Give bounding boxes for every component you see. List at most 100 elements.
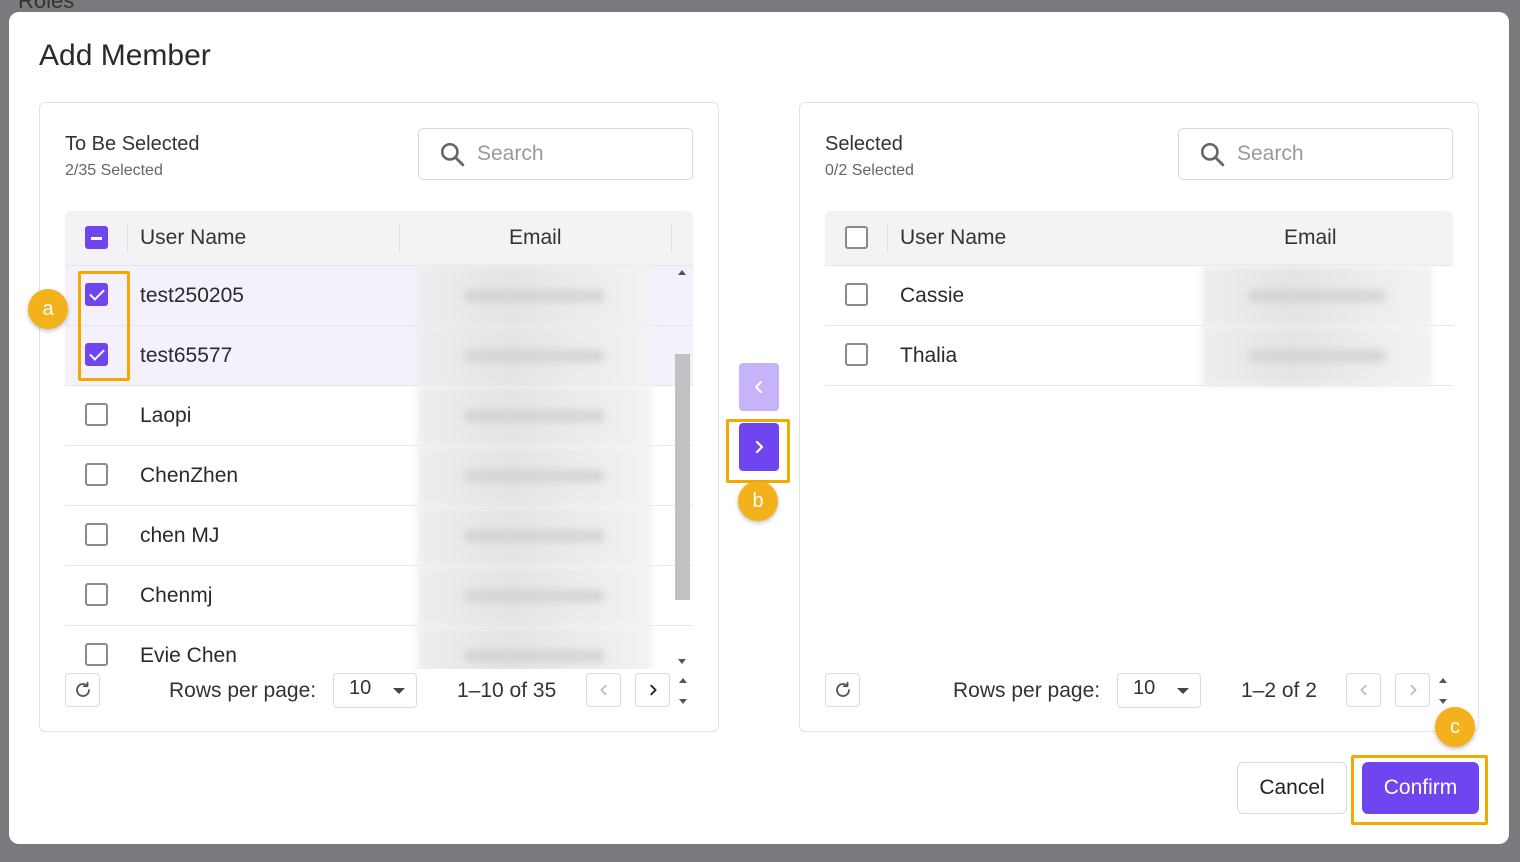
table-scrollbar[interactable] [673,266,693,670]
column-divider [399,223,400,253]
user-name-cell: ChenZhen [140,464,239,487]
user-name-cell: Laopi [140,404,192,427]
pagination-range: 1–10 of 35 [457,679,557,702]
email-cell-redacted [1202,266,1432,326]
annotation-marker-c: c [1435,707,1475,747]
user-name-cell: Thalia [900,344,958,367]
rows-per-page-label: Rows per page: [169,679,317,702]
add-member-dialog: Add Member To Be Selected 2/35 Selected … [9,12,1509,844]
annotation-marker-a: a [28,289,68,329]
table-pagination: Rows per page: 10 1–2 of 2 [825,673,1455,709]
selected-count: 2/35 Selected [65,162,163,179]
annotation-marker-b: b [738,481,778,521]
table-header: User Name Email [825,211,1453,266]
table-row[interactable]: Chenmj [65,566,693,626]
row-checkbox[interactable] [85,523,108,546]
next-page-button[interactable] [1395,673,1430,707]
search-box[interactable] [1178,128,1453,180]
user-name-cell: test250205 [140,284,244,307]
table-row[interactable]: Laopi [65,386,693,446]
scroll-down-arrow[interactable] [678,659,686,664]
next-page-button[interactable] [635,673,670,707]
column-divider [127,223,128,253]
scroll-up-arrow[interactable] [678,270,686,275]
refresh-icon [75,681,90,697]
table-row[interactable]: Cassie [825,266,1453,326]
chevron-right-icon [649,684,657,696]
column-header-email: Email [1284,226,1337,249]
row-checkbox[interactable] [85,583,108,606]
to-be-selected-panel: To Be Selected 2/35 Selected User Name E… [39,102,719,732]
user-name-cell: Chenmj [140,584,213,607]
rows-per-page-label: Rows per page: [953,679,1101,702]
table-row[interactable]: test250205 [65,266,693,326]
user-table: User Name Email Cassie Thalia [825,211,1453,669]
cancel-button[interactable]: Cancel [1237,762,1347,814]
table-row[interactable]: Thalia [825,326,1453,386]
column-header-email: Email [509,226,562,249]
chevron-left-icon [755,381,762,393]
table-body: test250205 test65577 Laopi ChenZhen chen MJ C… [65,266,693,669]
selected-count: 0/2 Selected [825,162,914,179]
refresh-icon [835,681,850,697]
row-checkbox[interactable] [85,643,108,666]
panel-title: To Be Selected [65,133,200,155]
chevron-right-icon [1409,684,1416,696]
user-name-cell: Evie Chen [140,644,237,667]
chevron-down-icon [1177,688,1189,694]
highlight-box-confirm [1351,755,1488,825]
rows-per-page-value: 10 [1133,677,1156,699]
pagination-range: 1–2 of 2 [1241,679,1317,702]
table-row[interactable]: ChenZhen [65,446,693,506]
search-icon [440,142,465,167]
table-row[interactable]: chen MJ [65,506,693,566]
panel-title: Selected [825,133,903,155]
table-row[interactable]: Evie Chen [65,626,693,669]
email-cell-redacted [417,266,652,326]
page-stepper[interactable] [677,675,689,707]
search-input[interactable] [1237,142,1437,166]
email-cell-redacted [1202,326,1432,386]
email-cell-redacted [417,386,652,446]
rows-per-page-value: 10 [349,677,372,699]
search-icon [1200,142,1225,167]
table-row[interactable]: test65577 [65,326,693,386]
column-header-user-name: User Name [900,226,1007,249]
email-cell-redacted [417,566,652,626]
move-to-left-button[interactable] [739,363,779,411]
column-divider [887,223,888,253]
row-checkbox[interactable] [845,343,868,366]
column-divider [671,223,672,253]
previous-page-button[interactable] [1346,673,1381,707]
search-input[interactable] [477,142,677,166]
scroll-thumb[interactable] [675,354,690,600]
search-box[interactable] [418,128,693,180]
row-checkbox[interactable] [85,403,108,426]
chevron-left-icon [600,684,607,696]
table-header: User Name Email [65,211,693,266]
refresh-button[interactable] [65,673,100,707]
rows-per-page-select[interactable]: 10 [333,673,417,708]
page-stepper[interactable] [1437,675,1449,707]
email-cell-redacted [417,506,652,566]
table-pagination: Rows per page: 10 1–10 of 35 [65,673,695,709]
select-all-checkbox[interactable] [85,226,108,249]
row-checkbox[interactable] [845,283,868,306]
previous-page-button[interactable] [586,673,621,707]
table-body: Cassie Thalia [825,266,1453,386]
refresh-button[interactable] [825,673,860,707]
user-name-cell: Cassie [900,284,965,307]
chevron-down-icon [393,688,405,694]
highlight-box-move-right [726,419,790,483]
email-cell-redacted [417,446,652,506]
select-all-checkbox[interactable] [845,226,868,249]
rows-per-page-select[interactable]: 10 [1117,673,1201,708]
row-checkbox[interactable] [85,463,108,486]
selected-panel: Selected 0/2 Selected User Name Email Ca… [799,102,1479,732]
user-name-cell: chen MJ [140,524,220,547]
highlight-box-checkboxes [78,271,130,381]
column-header-user-name: User Name [140,226,247,249]
user-table: User Name Email test250205 test65577 Laopi… [65,211,693,669]
email-cell-redacted [417,626,652,669]
user-name-cell: test65577 [140,344,233,367]
